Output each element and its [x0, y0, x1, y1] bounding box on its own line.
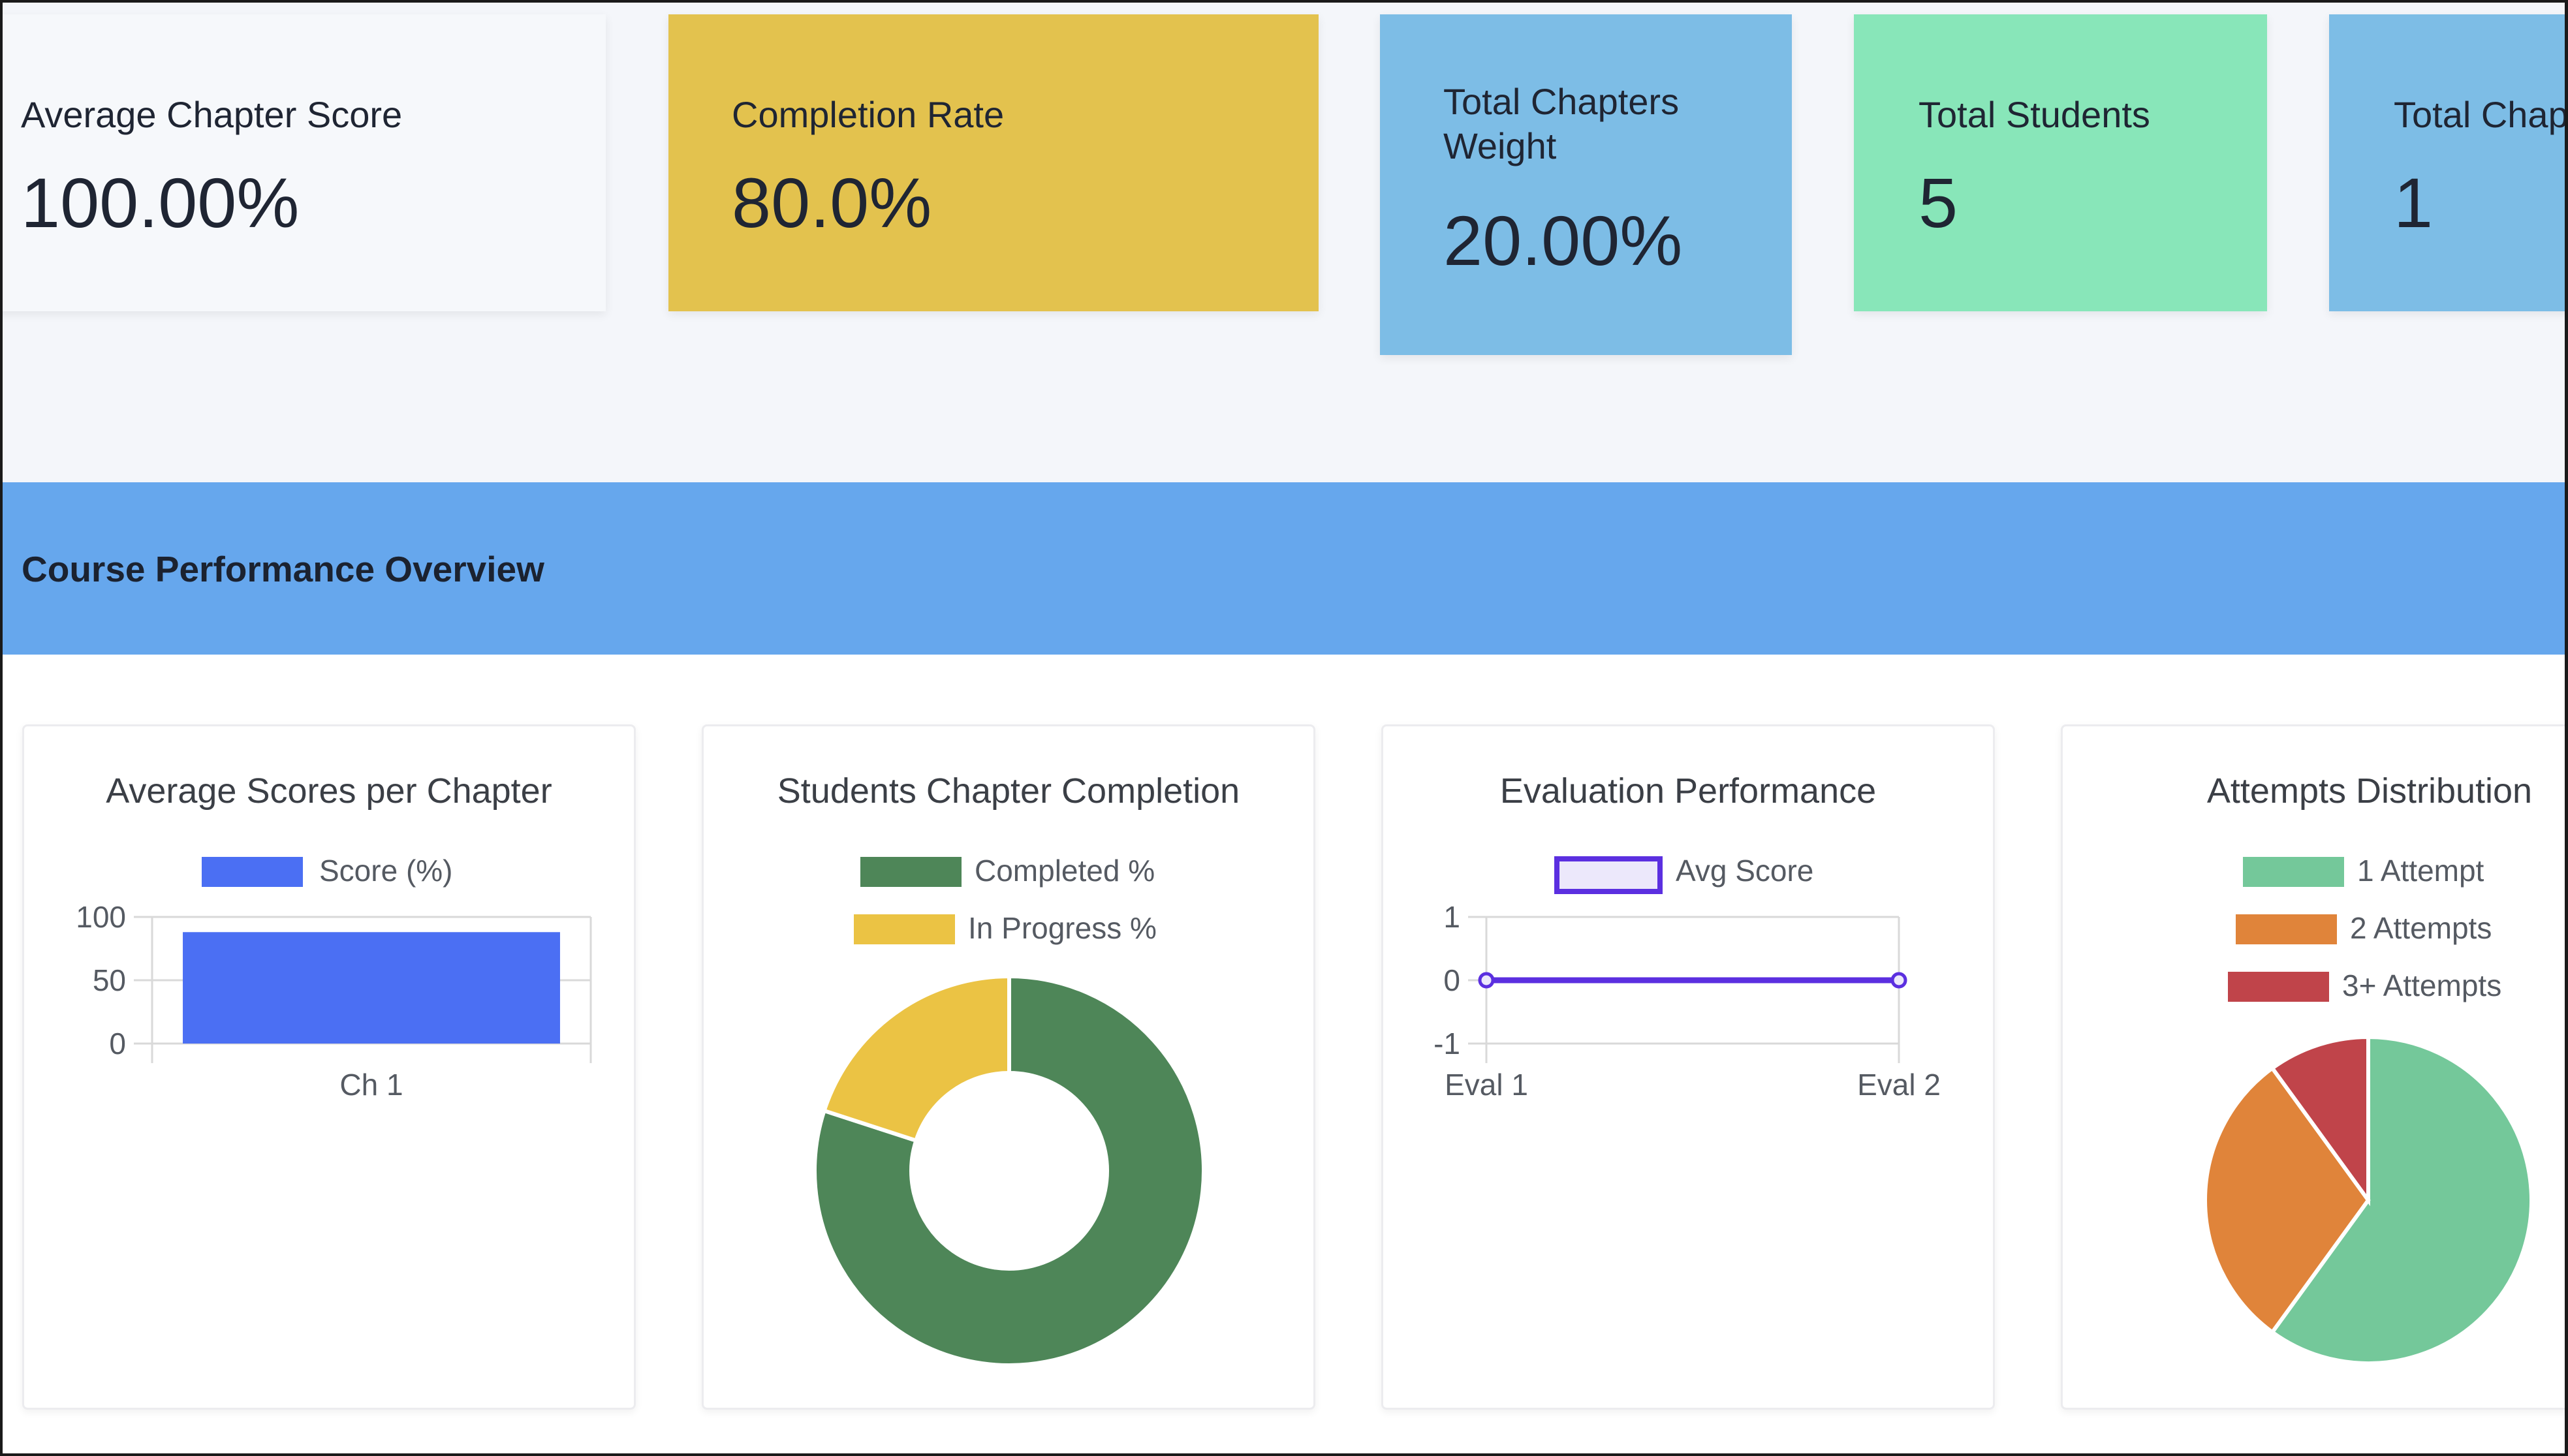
legend-swatch	[2236, 914, 2337, 944]
x-tick-label: Ch 1	[339, 1068, 403, 1102]
data-point	[1478, 972, 1495, 989]
stat-value: 80.0%	[732, 163, 932, 242]
chart-card-average-scores: Average Scores per Chapter Score (%) 100 5…	[22, 724, 636, 1410]
stat-card-average-chapter-score: Average Chapter Score 100.00%	[0, 14, 606, 311]
y-tick-label: 0	[1443, 963, 1460, 997]
stat-label: Average Chapter Score	[21, 94, 403, 135]
stat-label: Total Students	[1918, 94, 2150, 135]
legend-swatch	[1554, 856, 1663, 894]
y-tick-label: 50	[93, 963, 126, 997]
stat-value: 100.00%	[21, 163, 300, 242]
stat-value: 5	[1918, 163, 1958, 242]
legend-swatch	[854, 914, 955, 944]
legend-swatch	[2228, 972, 2329, 1002]
legend-swatch	[202, 857, 303, 887]
chart-card-evaluation-performance: Evaluation Performance Avg Score 1 0 -1 Eval…	[1381, 724, 1995, 1410]
doughnut-slice	[821, 974, 1011, 1143]
doughnut-chart: Completed % In Progress %	[813, 854, 1206, 1367]
bar-chart: Score (%) 100 50 0 Ch 1	[76, 854, 592, 1102]
stat-label: Completion Rate	[732, 94, 1005, 135]
x-tick-label: Eval 1	[1445, 1068, 1528, 1102]
pie-chart: 1 Attempt 2 Attempts 3+ Attempts	[2203, 854, 2533, 1365]
stat-value: 1	[2394, 163, 2434, 242]
chart-card-chapter-completion: Students Chapter Completion Completed % I…	[702, 724, 1315, 1410]
stat-card-total-chapters: Total Chap 1	[2329, 14, 2568, 311]
legend-label: 1 Attempt	[2357, 854, 2484, 888]
x-tick-label: Eval 2	[1857, 1068, 1941, 1102]
stat-label: Total Chap	[2394, 94, 2568, 135]
stat-value: 20.00%	[1443, 201, 1683, 280]
legend-label: 2 Attempts	[2350, 911, 2492, 945]
y-tick-label: 100	[76, 900, 126, 934]
legend-swatch	[860, 857, 962, 887]
legend-label: In Progress %	[968, 911, 1157, 945]
stat-card-completion-rate: Completion Rate 80.0%	[668, 14, 1319, 311]
legend-label: 3+ Attempts	[2342, 968, 2501, 1002]
legend-swatch	[2243, 857, 2344, 887]
y-tick-label: 1	[1443, 900, 1460, 934]
legend-label: Score (%)	[319, 854, 452, 888]
stat-label: Total Chapters Weight	[1443, 80, 1750, 168]
stat-card-total-students: Total Students 5	[1854, 14, 2267, 311]
line-chart: Avg Score 1 0 -1 Eval 1 Eval 2	[1433, 854, 1941, 1102]
y-tick-label: -1	[1433, 1027, 1460, 1061]
y-tick-label: 0	[109, 1027, 126, 1061]
chart-card-attempts-distribution: Attempts Distribution 1 Attempt 2 Attempt…	[2061, 724, 2568, 1410]
section-header: Course Performance Overview	[0, 482, 2568, 655]
legend-label: Completed %	[975, 854, 1155, 888]
stat-card-total-chapters-weight: Total Chapters Weight 20.00%	[1380, 14, 1792, 355]
stat-label-line-1: Total Chapters	[1443, 81, 1680, 122]
legend-label: Avg Score	[1676, 854, 1813, 888]
section-title: Course Performance Overview	[22, 549, 544, 589]
bar	[183, 932, 560, 1044]
stat-label-line-2: Weight	[1443, 125, 1557, 166]
data-point	[1890, 972, 1907, 989]
